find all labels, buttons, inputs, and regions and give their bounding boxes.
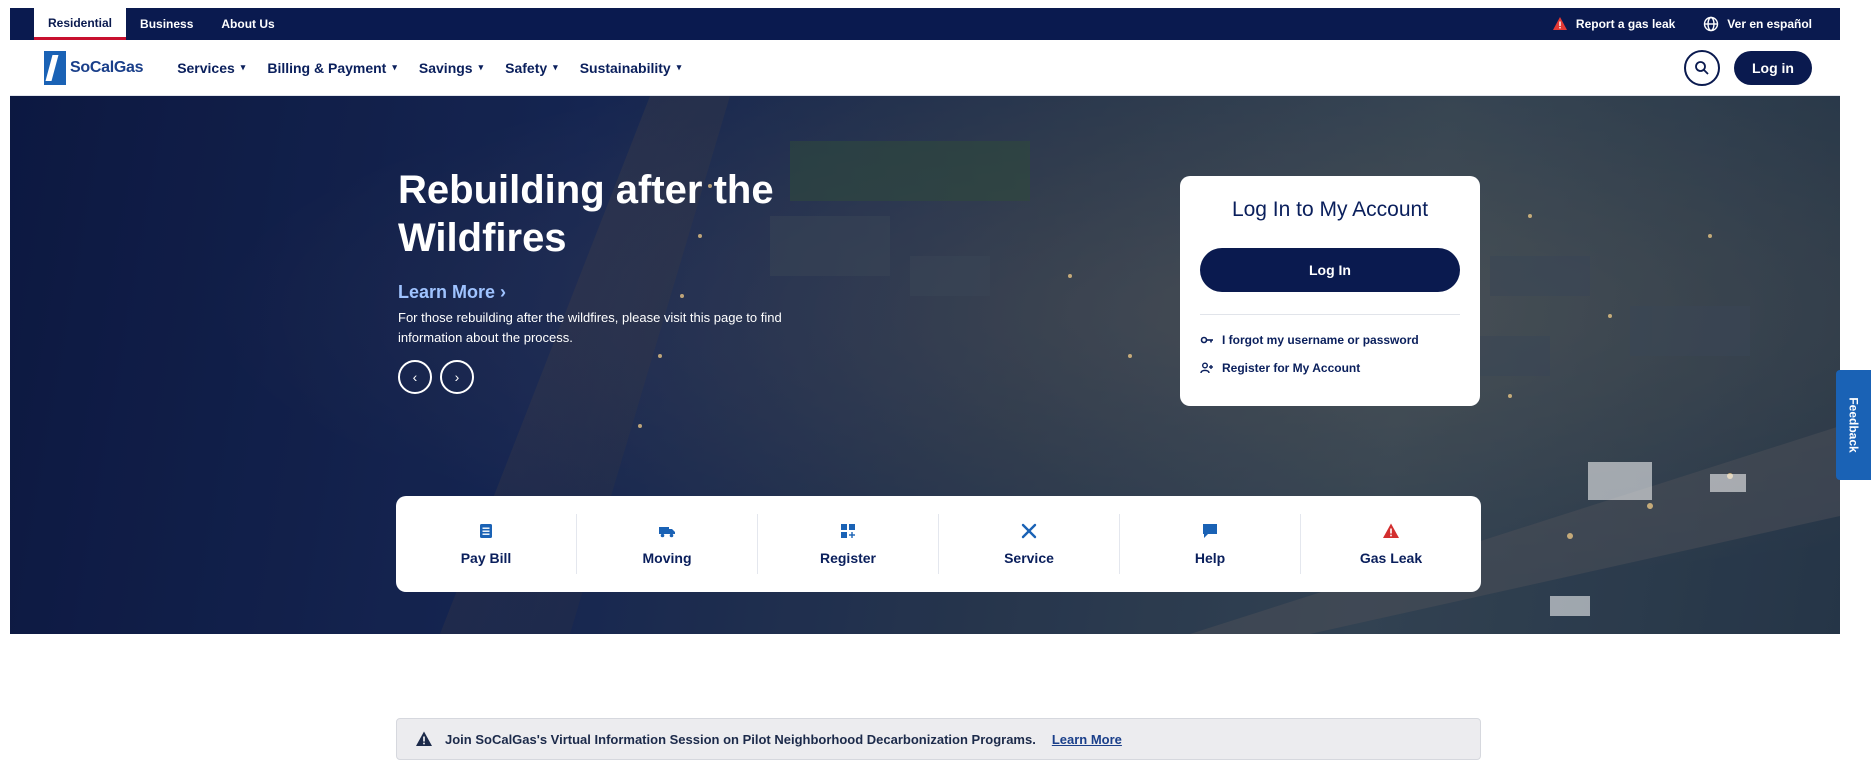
- report-gas-leak-label: Report a gas leak: [1575, 17, 1676, 31]
- spanish-label: Ver en español: [1727, 17, 1812, 31]
- grid-plus-icon: [841, 524, 855, 538]
- nav-billing-payment[interactable]: Billing & Payment ▾: [267, 60, 397, 76]
- search-icon: [1695, 60, 1709, 75]
- nav-sustainability-label: Sustainability: [579, 59, 671, 76]
- alert-learn-more-link[interactable]: Learn More: [1052, 732, 1122, 747]
- chat-icon: [1203, 524, 1217, 538]
- feedback-tab[interactable]: Feedback: [1836, 370, 1871, 480]
- divider: [1200, 314, 1460, 315]
- search-button[interactable]: [1684, 49, 1720, 86]
- nav-services-label: Services: [177, 59, 235, 76]
- quick-action-service-label: Service: [1004, 550, 1054, 566]
- key-icon: [1200, 336, 1213, 344]
- bill-icon: [480, 524, 492, 538]
- logo-wordmark: SoCalGas: [70, 58, 144, 76]
- quick-action-help-label: Help: [1194, 550, 1226, 566]
- register-account-link[interactable]: Register for My Account: [1200, 361, 1460, 375]
- nav-savings-label: Savings: [418, 59, 473, 76]
- card-login-button[interactable]: Log In: [1200, 248, 1460, 292]
- nav-safety[interactable]: Safety ▾: [505, 60, 558, 76]
- alert-banner: Join SoCalGas's Virtual Information Sess…: [396, 718, 1481, 760]
- spanish-link[interactable]: Ver en español: [1703, 16, 1812, 32]
- header-login-button[interactable]: Log in: [1734, 50, 1812, 85]
- quick-action-help[interactable]: Help: [1120, 514, 1301, 574]
- quick-action-register[interactable]: Register: [758, 514, 939, 574]
- globe-icon: [1704, 16, 1719, 32]
- nav-links: Services ▾ Billing & Payment ▾ Savings ▾ Sa…: [177, 60, 681, 76]
- tab-residential[interactable]: Residential: [34, 8, 127, 40]
- tab-about-us[interactable]: About Us: [207, 8, 288, 40]
- login-card: Log In to My Account Log In I forgot my …: [1180, 176, 1480, 406]
- socalgas-logo[interactable]: SoCalGas: [44, 50, 144, 85]
- login-card-title: Log In to My Account: [1231, 198, 1429, 221]
- chevron-down-icon: ▾: [240, 62, 246, 72]
- quick-actions-bar: Pay Bill Moving Register Service Help Ga…: [396, 496, 1481, 592]
- nav-billing-payment-label: Billing & Payment: [267, 59, 387, 76]
- nav-sustainability[interactable]: Sustainability ▾: [580, 60, 682, 76]
- truck-icon: [659, 527, 675, 538]
- quick-action-pay-bill-label: Pay Bill: [460, 550, 512, 566]
- nav-savings[interactable]: Savings ▾: [419, 60, 483, 76]
- hero-title: Rebuilding after the Wildfires: [398, 168, 774, 260]
- quick-action-gas-leak[interactable]: Gas Leak: [1301, 514, 1481, 574]
- chevron-down-icon: ▾: [392, 62, 397, 72]
- quick-action-register-label: Register: [819, 550, 877, 566]
- register-account-label: Register for My Account: [1222, 361, 1361, 375]
- chevron-down-icon: ▾: [478, 62, 484, 72]
- nav-services[interactable]: Services ▾: [177, 60, 245, 76]
- carousel-controls: ‹ ›: [398, 360, 474, 394]
- user-add-icon: [1200, 362, 1213, 374]
- carousel-prev-button[interactable]: ‹: [398, 360, 432, 394]
- utility-bar: Residential Business About Us Report a g…: [10, 8, 1840, 40]
- warning-icon: [416, 731, 432, 746]
- warning-icon: [1383, 523, 1399, 538]
- logo-mark-icon: [44, 50, 66, 85]
- nav-safety-label: Safety: [505, 59, 548, 76]
- chevron-down-icon: ▾: [553, 62, 558, 72]
- warning-icon: [1552, 17, 1567, 30]
- forgot-credentials-label: I forgot my username or password: [1222, 333, 1419, 347]
- quick-action-gas-leak-label: Gas Leak: [1359, 550, 1423, 566]
- hero-learn-more-link[interactable]: Learn More ›: [398, 282, 506, 303]
- tools-icon: [1021, 523, 1037, 539]
- forgot-credentials-link[interactable]: I forgot my username or password: [1200, 333, 1460, 347]
- nav-actions: Log in: [1684, 49, 1812, 86]
- hero-description: For those rebuilding after the wildfires…: [398, 310, 782, 345]
- chevron-down-icon: ▾: [676, 62, 682, 72]
- carousel-next-button[interactable]: ›: [440, 360, 474, 394]
- tab-business[interactable]: Business: [126, 8, 207, 40]
- report-gas-leak-link[interactable]: Report a gas leak: [1552, 16, 1675, 32]
- main-nav: SoCalGas Services ▾ Billing & Payment ▾ Sa…: [10, 40, 1840, 96]
- feedback-label: Feedback: [1846, 397, 1861, 453]
- quick-action-service[interactable]: Service: [939, 514, 1120, 574]
- quick-action-pay-bill[interactable]: Pay Bill: [396, 514, 577, 574]
- quick-action-moving[interactable]: Moving: [577, 514, 758, 574]
- quick-action-moving-label: Moving: [642, 550, 692, 566]
- alert-text: Join SoCalGas's Virtual Information Sess…: [445, 731, 1036, 747]
